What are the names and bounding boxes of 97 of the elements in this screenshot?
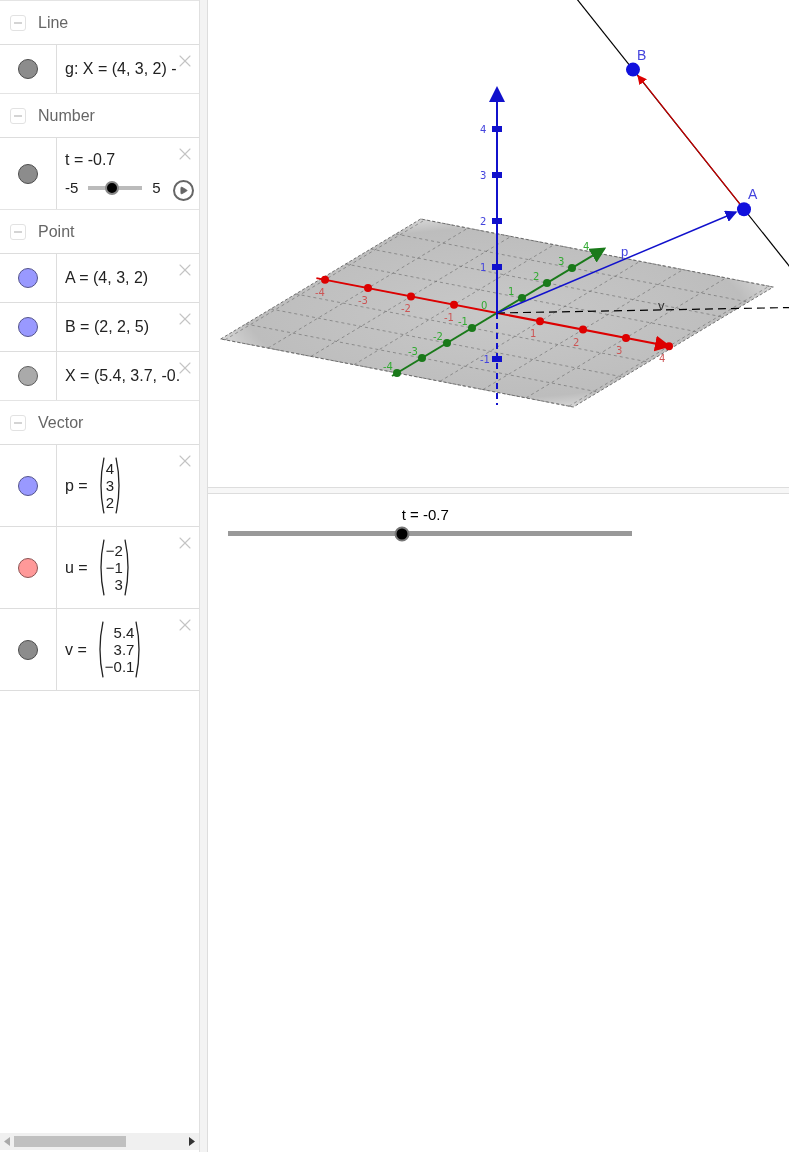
x-tick-label: 2	[573, 336, 580, 348]
view-splitter[interactable]	[208, 488, 789, 494]
collapse-button[interactable]	[10, 223, 26, 240]
x-tick-label: 4	[659, 353, 666, 365]
point-label: B	[637, 46, 647, 63]
y-tick	[393, 369, 401, 377]
z-tick-label: 2	[480, 216, 487, 227]
formula[interactable]: g: X = (4, 3, 2) -	[65, 60, 200, 78]
z-tick	[492, 172, 502, 178]
z-tick-label: -1	[480, 354, 490, 365]
parenthesis-icon	[96, 621, 104, 678]
formula[interactable]: t = -0.7	[65, 151, 200, 169]
y-tick	[443, 339, 451, 347]
x-tick	[407, 292, 415, 301]
slider-thumb[interactable]	[394, 526, 410, 541]
slider-thumb[interactable]	[104, 180, 119, 195]
point-label: A	[748, 186, 758, 203]
z-tick	[492, 218, 502, 224]
vector-label: p	[621, 244, 629, 259]
x-tick-label: -3	[358, 295, 368, 307]
parenthesis-icon	[135, 621, 143, 678]
z-tick-label: 4	[480, 124, 487, 135]
x-tick-label: 3	[616, 344, 623, 356]
y-tick	[543, 279, 551, 287]
z-tick	[492, 356, 502, 362]
z-tick	[492, 126, 502, 132]
y-tick-label: 1	[508, 286, 515, 297]
vector-component: −0.1	[104, 658, 135, 675]
vector-component: 3	[114, 576, 123, 593]
slider-max: 5	[152, 179, 161, 196]
group-title: Point	[38, 222, 75, 241]
vector-component: 3	[105, 477, 115, 494]
x-tick-label: -4	[315, 286, 325, 298]
collapse-button[interactable]	[10, 14, 26, 31]
vector-component: −1	[105, 559, 123, 576]
play-button[interactable]	[173, 180, 195, 201]
y-tick-label: -4	[383, 361, 393, 372]
visibility-marble[interactable]	[18, 268, 38, 288]
origin-label: 0	[481, 300, 488, 311]
formula[interactable]: B = (2, 2, 5)	[65, 318, 200, 336]
visibility-marble[interactable]	[18, 317, 38, 337]
parenthesis-icon	[97, 457, 105, 514]
y-tick	[568, 264, 576, 272]
point[interactable]	[737, 202, 751, 217]
x-tick-label: -1	[444, 311, 454, 323]
vector-label: v	[658, 298, 665, 313]
z-tick	[492, 264, 502, 270]
y-tick	[468, 324, 476, 332]
x-tick	[579, 325, 587, 334]
scrollbar-thumb[interactable]	[14, 1136, 126, 1147]
visibility-marble[interactable]	[18, 557, 38, 578]
visibility-marble[interactable]	[18, 163, 38, 184]
group-title: Number	[38, 106, 95, 125]
parenthesis-icon	[97, 539, 105, 596]
y-tick	[418, 354, 426, 362]
vector-component: 3.7	[113, 641, 135, 658]
vector-name[interactable]: v =	[65, 640, 87, 659]
y-tick-label: -2	[433, 331, 443, 342]
x-tick	[364, 284, 372, 293]
x-tick	[536, 317, 544, 326]
z-tick-label: 1	[480, 262, 487, 273]
y-tick-label: 4	[583, 241, 590, 252]
play-icon	[179, 186, 189, 195]
vector-component: 4	[105, 460, 115, 477]
collapse-button[interactable]	[10, 414, 26, 431]
vector-component: −2	[105, 542, 123, 559]
point[interactable]	[626, 62, 640, 77]
slider-label: t = -0.7	[401, 506, 449, 523]
x-tick	[450, 300, 458, 309]
vector-name[interactable]: u =	[65, 558, 88, 577]
vector-component: 2	[105, 494, 115, 511]
vector-name[interactable]: p =	[65, 476, 88, 495]
visibility-marble[interactable]	[18, 59, 38, 79]
group-title: Line	[38, 13, 69, 32]
y-tick-label: 2	[533, 271, 540, 282]
parenthesis-icon	[115, 457, 123, 514]
parenthesis-icon	[123, 539, 131, 596]
visibility-marble[interactable]	[18, 475, 38, 496]
formula[interactable]: A = (4, 3, 2)	[65, 269, 200, 287]
group-title: Vector	[38, 413, 84, 432]
y-tick-label: -3	[408, 346, 418, 357]
y-tick	[518, 294, 526, 302]
slider-min: -5	[65, 179, 79, 196]
x-tick	[622, 333, 630, 342]
x-tick	[665, 342, 673, 351]
y-tick-label: 3	[558, 256, 565, 267]
x-tick-label: 1	[530, 328, 537, 340]
collapse-button[interactable]	[10, 107, 26, 124]
visibility-marble[interactable]	[18, 366, 38, 386]
y-tick-label: -1	[458, 316, 468, 327]
formula[interactable]: X = (5.4, 3.7, -0.	[65, 367, 200, 385]
x-tick	[321, 275, 329, 284]
horizontal-scrollbar[interactable]	[0, 1133, 200, 1150]
z-tick-label: 3	[480, 170, 487, 181]
x-tick-label: -2	[401, 303, 411, 315]
vector-component: 5.4	[113, 624, 135, 641]
visibility-marble[interactable]	[18, 639, 38, 660]
